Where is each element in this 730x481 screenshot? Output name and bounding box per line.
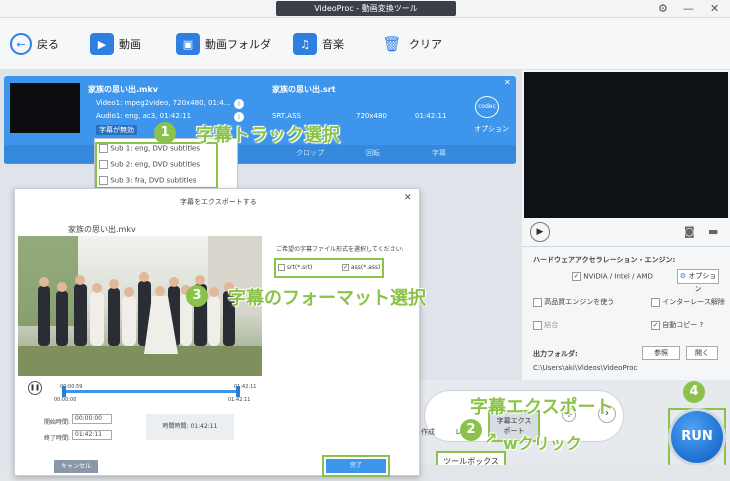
start-time-label: 開始時間: <box>44 419 71 426</box>
add-video-button[interactable]: ▶ 動画 <box>90 30 141 58</box>
video-stream-info[interactable]: Video1: mpeg2video, 720x480, 01:4... <box>96 99 230 107</box>
codec-option-label[interactable]: オプション <box>474 124 509 134</box>
video-thumbnail <box>10 83 80 133</box>
add-video-folder-button[interactable]: ▣ 動画フォルダ <box>176 30 271 58</box>
annotation-arrow: ↗ <box>484 429 498 448</box>
annotation-text: 字幕エクスポート <box>470 397 614 418</box>
subtitle-select[interactable]: 字幕が無効 <box>96 125 137 135</box>
dialog-title: 字幕をエクスポートする <box>180 198 257 206</box>
browse-button[interactable]: 参照 <box>642 346 680 360</box>
subtitle-option[interactable]: Sub 2: eng, DVD subtitles <box>99 160 200 169</box>
tab-subtitle[interactable]: 字幕 <box>432 148 446 158</box>
open-button[interactable]: 開く <box>686 346 718 360</box>
timeline-handle-end[interactable] <box>236 386 240 397</box>
folder-icon[interactable]: ▬ <box>708 225 718 238</box>
back-label: 戻る <box>37 38 59 51</box>
camera-icon[interactable]: ◙ <box>684 225 695 238</box>
output-folder-label: 出力フォルダ: <box>533 350 578 358</box>
tab-rotate[interactable]: 回転 <box>366 148 380 158</box>
info-icon[interactable]: i <box>234 99 244 109</box>
timeline-track[interactable] <box>64 390 240 393</box>
clear-button[interactable]: 🗑 クリア <box>380 30 442 58</box>
preview-screen <box>524 72 728 218</box>
codec-icon[interactable]: codec <box>475 96 499 118</box>
output-duration: 01:42:11 <box>415 112 447 120</box>
output-filename[interactable]: 家族の思い出.srt <box>272 84 336 95</box>
annotation-text: 字幕トラック選択 <box>196 125 340 146</box>
format-ass-checkbox[interactable]: ✓ ass(*.ass) <box>342 264 380 271</box>
window-title: VideoProc - 動画変換ツール <box>276 1 456 16</box>
end-time-input[interactable]: 01:42:11 <box>72 430 112 440</box>
divider <box>522 246 730 247</box>
back-arrow-icon: ← <box>10 33 32 55</box>
video-icon: ▶ <box>90 33 114 55</box>
folder-icon: ▣ <box>176 33 200 55</box>
output-resolution: 720x480 <box>356 112 387 120</box>
output-path: C:\Users\aki\Videos\VideoProc <box>533 364 638 372</box>
format-srt-checkbox[interactable]: srt(*.srt) <box>278 264 312 271</box>
tile-label[interactable]: 作成 <box>421 427 435 437</box>
source-filename: 家族の思い出.mkv <box>88 85 158 94</box>
dialog-close-icon[interactable]: ✕ <box>404 193 412 203</box>
start-time-input[interactable]: 00:00:00 <box>72 414 112 424</box>
output-format: SRT,ASS <box>272 112 301 120</box>
close-icon[interactable]: ✕ <box>710 2 719 15</box>
play-icon[interactable]: ▶ <box>530 222 550 242</box>
timeline-handle-start[interactable] <box>62 386 66 397</box>
hw-accel-title: ハードウェアアクセラレーション・エンジン: <box>533 256 676 264</box>
run-button[interactable]: RUN <box>671 411 723 463</box>
dialog-video-name: 家族の思い出.mkv <box>68 225 136 234</box>
add-folder-label: 動画フォルダ <box>205 38 271 51</box>
close-task-icon[interactable]: ✕ <box>504 78 511 87</box>
hw-accel-checkbox[interactable]: ✓ NVIDIA / Intel / AMD <box>572 272 653 281</box>
end-time-label: 終了時間: <box>44 435 71 442</box>
step-number: 2 <box>460 419 482 441</box>
music-icon: ♫ <box>293 33 317 55</box>
step-number: 1 <box>154 122 176 144</box>
timeline-pos-end: 01:42:11 <box>228 397 251 403</box>
autocopy-checkbox[interactable]: ✓ 自動コピー ? <box>651 320 703 330</box>
add-music-button[interactable]: ♫ 音楽 <box>293 30 344 58</box>
duration-display: 時間時間: 01:42:11 <box>146 414 234 440</box>
step-number: 3 <box>186 285 208 307</box>
back-button[interactable]: ← 戻る <box>10 30 59 58</box>
annotation-text: 字幕のフォーマット選択 <box>228 288 426 309</box>
audio-stream-info[interactable]: Audio1: eng, ac3, 01:42:11 <box>96 112 191 120</box>
step-number: 4 <box>683 381 705 403</box>
subtitle-option[interactable]: Sub 1: eng, DVD subtitles <box>99 144 200 153</box>
video-preview-image <box>18 236 262 376</box>
trash-icon: 🗑 <box>382 35 402 53</box>
add-video-label: 動画 <box>119 38 141 51</box>
clear-label: クリア <box>409 38 442 51</box>
cancel-button[interactable]: キャンセル <box>54 460 98 473</box>
pause-icon[interactable]: ❚❚ <box>28 381 42 395</box>
format-prompt: ご希望の字幕ファイル形式を選択してください: <box>276 246 404 253</box>
annotation-text: wクリック <box>503 434 582 453</box>
minimize-icon[interactable]: — <box>683 2 694 15</box>
hw-option-button[interactable]: ⚙ オプション <box>677 269 719 293</box>
timeline-pos: 00:00:00 <box>54 397 77 403</box>
add-music-label: 音楽 <box>322 38 344 51</box>
quality-checkbox[interactable]: 高品質エンジンを使う <box>533 297 614 307</box>
gear-icon[interactable]: ⚙ <box>658 2 668 15</box>
subtitle-option[interactable]: Sub 3: fra, DVD subtitles <box>99 176 196 185</box>
done-button[interactable]: 完了 <box>326 459 386 473</box>
tab-crop[interactable]: クロップ <box>296 148 324 158</box>
merge-checkbox[interactable]: 結合 <box>533 320 558 330</box>
deinterlace-checkbox[interactable]: インターレース解除 <box>651 297 725 307</box>
